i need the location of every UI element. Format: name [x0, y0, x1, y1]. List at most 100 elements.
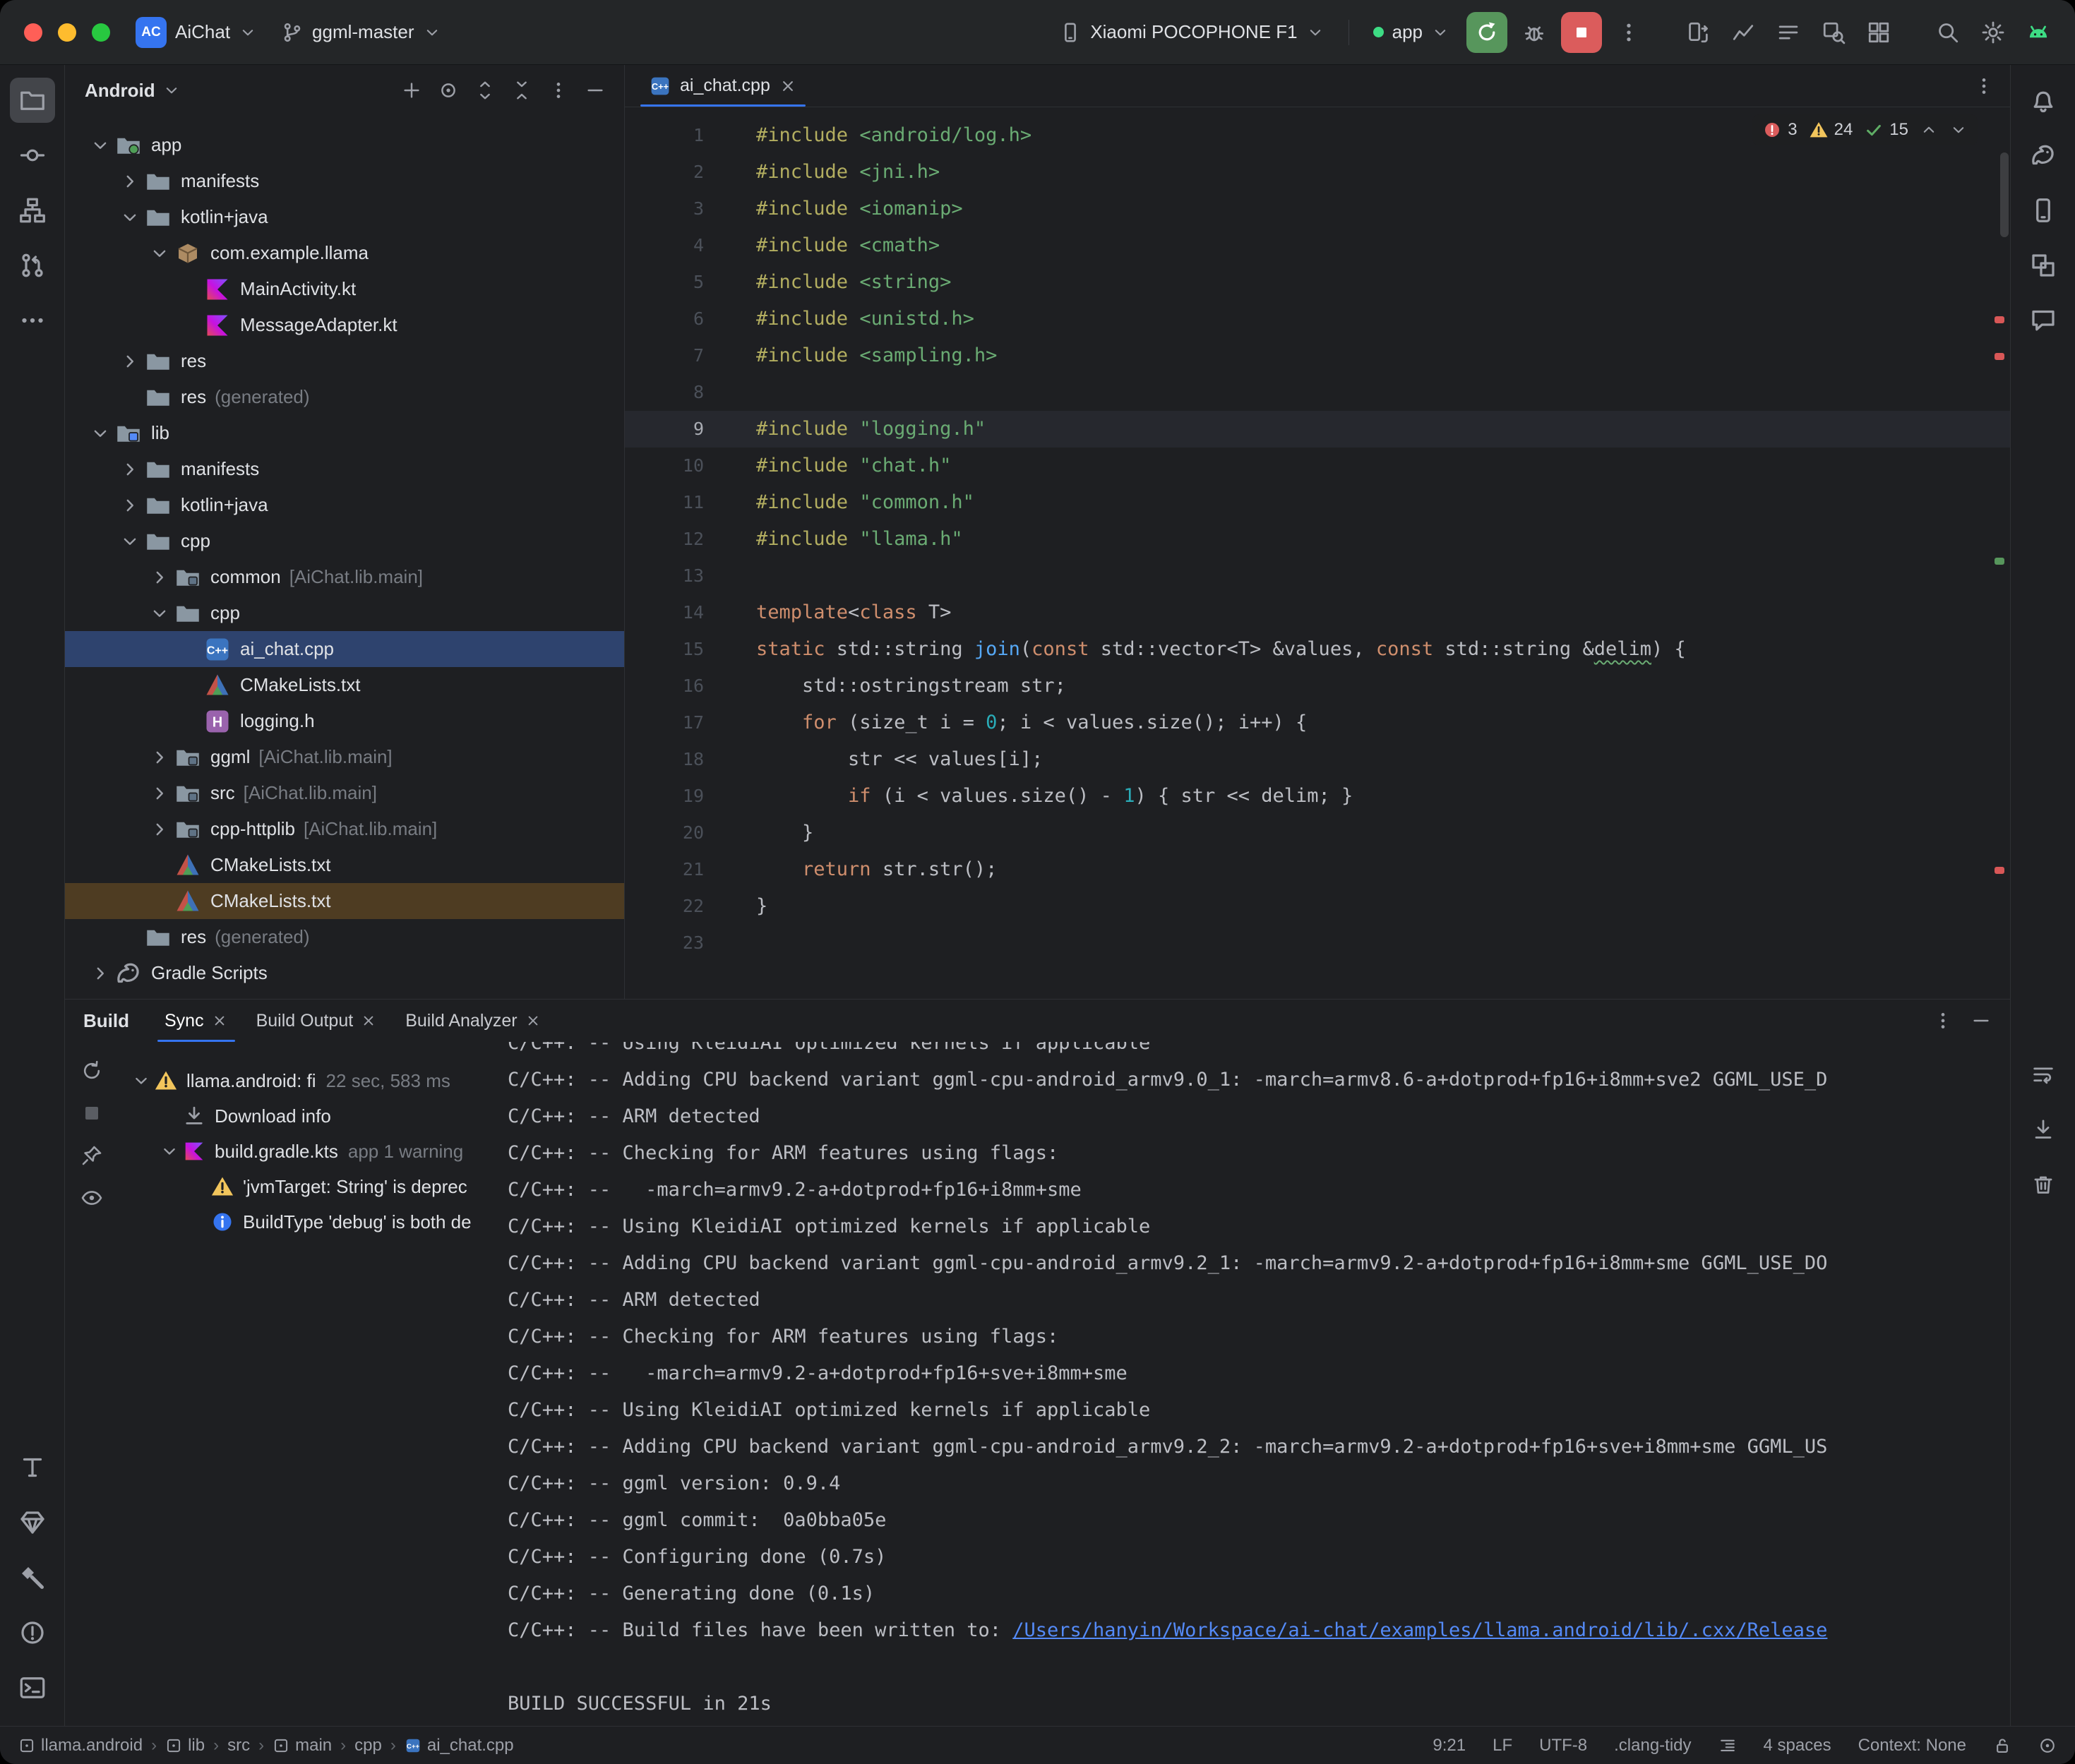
tree-item-cmakelists-txt[interactable]: CMakeLists.txt [65, 667, 624, 703]
expand-all-button[interactable] [469, 74, 501, 107]
build-tree-item-jvmtarget-string-is-deprec[interactable]: 'jvmTarget: String' is deprec [119, 1169, 503, 1204]
vcs-branch-selector[interactable]: ggml-master [271, 16, 450, 49]
build-variants-button[interactable] [2021, 243, 2066, 288]
code-line-10[interactable]: 10#include "chat.h" [625, 448, 2010, 484]
passed-count[interactable]: 15 [1864, 120, 1908, 140]
chevron-right-icon[interactable] [116, 350, 144, 373]
breadcrumb-src[interactable]: src [227, 1736, 250, 1756]
errors-count[interactable]: 3 [1762, 120, 1797, 140]
code-line-2[interactable]: 2#include <jni.h> [625, 154, 2010, 191]
build-tree-item-buildtype-debug-is-both-de[interactable]: BuildType 'debug' is both de [119, 1204, 503, 1240]
chevron-right-icon[interactable] [116, 494, 144, 517]
error-stripe-mark[interactable] [1995, 867, 2004, 874]
lock-icon-widget[interactable] [1993, 1736, 2011, 1755]
tree-item-res[interactable]: res(generated) [65, 919, 624, 955]
change-stripe-mark[interactable] [1995, 558, 2004, 565]
indent-icon-widget[interactable] [1718, 1736, 1737, 1755]
more-tool-windows-button[interactable] [10, 298, 55, 343]
tree-item-res[interactable]: res [65, 343, 624, 379]
project-folder-button[interactable] [10, 78, 55, 123]
tree-item-cpp[interactable]: cpp [65, 523, 624, 559]
tree-item-cmakelists-txt[interactable]: CMakeLists.txt [65, 883, 624, 919]
breadcrumb-main[interactable]: main [273, 1736, 332, 1756]
code-line-13[interactable]: 13 [625, 558, 2010, 594]
inspections-level-icon-widget[interactable] [2038, 1736, 2057, 1755]
chevron-right-icon[interactable] [86, 962, 114, 985]
build-hammer-button[interactable] [10, 1555, 55, 1600]
indent-size-widget[interactable]: 4 spaces [1764, 1736, 1831, 1756]
tree-item-cpp[interactable]: cpp [65, 595, 624, 631]
breadcrumb-cpp[interactable]: cpp [354, 1736, 382, 1756]
breadcrumb-llama-android[interactable]: llama.android [18, 1736, 143, 1756]
hide-button[interactable] [579, 74, 611, 107]
code-line-17[interactable]: 17 for (size_t i = 0; i < values.size();… [625, 704, 2010, 741]
resource-manager-button[interactable] [1859, 13, 1898, 52]
device-mirroring-button[interactable] [1678, 13, 1718, 52]
locate-button[interactable] [432, 74, 465, 107]
problems-button[interactable] [10, 1610, 55, 1655]
chevron-down-icon[interactable] [116, 206, 144, 229]
line-ending-widget[interactable]: LF [1493, 1736, 1512, 1756]
soft-wrap-button[interactable] [2021, 1052, 2066, 1097]
editor-tab-ai-chat-cpp[interactable]: C++ ai_chat.cpp [633, 65, 813, 107]
tree-item-logging-h[interactable]: Hlogging.h [65, 703, 624, 739]
breadcrumb-ai-chat-cpp[interactable]: C++ai_chat.cpp [405, 1736, 514, 1756]
tree-item-messageadapter-kt[interactable]: MessageAdapter.kt [65, 307, 624, 343]
chevron-right-icon[interactable] [116, 170, 144, 193]
close-tab-icon[interactable] [779, 77, 797, 95]
tree-item-ggml[interactable]: ggml[AiChat.lib.main] [65, 739, 624, 775]
tree-item-manifests[interactable]: manifests [65, 451, 624, 487]
warnings-count[interactable]: 24 [1809, 120, 1853, 140]
code-line-12[interactable]: 12#include "llama.h" [625, 521, 2010, 558]
code-line-20[interactable]: 20 } [625, 815, 2010, 851]
pull-requests-button[interactable] [10, 243, 55, 288]
tree-item-kotlin-java[interactable]: kotlin+java [65, 199, 624, 235]
editor-options-icon[interactable] [1973, 76, 1995, 97]
encoding-widget[interactable]: UTF-8 [1539, 1736, 1587, 1756]
project-view-selector[interactable]: Android [85, 80, 155, 102]
chevron-down-icon[interactable] [145, 242, 174, 265]
tree-item-manifests[interactable]: manifests [65, 163, 624, 199]
code-line-5[interactable]: 5#include <string> [625, 264, 2010, 301]
code-line-9[interactable]: 9#include "logging.h" [625, 411, 2010, 448]
settings-button[interactable] [1973, 13, 2013, 52]
tree-item-ai-chat-cpp[interactable]: C++ai_chat.cpp [65, 631, 624, 667]
build-options-icon[interactable] [1932, 1010, 1954, 1031]
code-line-8[interactable]: 8 [625, 374, 2010, 411]
chevron-down-icon[interactable] [86, 134, 114, 157]
more-run-actions-button[interactable] [1609, 13, 1649, 52]
tree-item-kotlin-java[interactable]: kotlin+java [65, 487, 624, 523]
tree-item-src[interactable]: src[AiChat.lib.main] [65, 775, 624, 811]
previous-problem-icon[interactable] [1920, 121, 1938, 139]
chevron-right-icon[interactable] [145, 746, 174, 769]
code-line-23[interactable]: 23 [625, 925, 2010, 961]
breadcrumb-lib[interactable]: lib [165, 1736, 205, 1756]
chevron-right-icon[interactable] [116, 458, 144, 481]
code-line-21[interactable]: 21 return str.str(); [625, 851, 2010, 888]
build-tree-item-build-gradle-kts[interactable]: build.gradle.ktsapp 1 warning [119, 1134, 503, 1169]
terminal-button[interactable] [10, 1665, 55, 1710]
device-selector[interactable]: Xiaomi POCOPHONE F1 [1049, 16, 1334, 49]
assistant-button[interactable] [2021, 298, 2066, 343]
tree-item-cmakelists-txt[interactable]: CMakeLists.txt [65, 847, 624, 883]
gradle-button[interactable] [2021, 133, 2066, 178]
tree-item-gradle-scripts[interactable]: Gradle Scripts [65, 955, 624, 991]
chevron-down-icon[interactable] [128, 1069, 154, 1092]
clear-console-button[interactable] [2021, 1162, 2066, 1207]
code-line-6[interactable]: 6#include <unistd.h> [625, 301, 2010, 337]
chevron-right-icon[interactable] [145, 782, 174, 805]
project-selector[interactable]: AC AiChat [126, 11, 267, 54]
sync-refresh-button[interactable] [76, 1056, 108, 1086]
clang-tidy-widget[interactable]: .clang-tidy [1614, 1736, 1691, 1756]
chevron-down-icon[interactable] [116, 530, 144, 553]
code-line-14[interactable]: 14template<class T> [625, 594, 2010, 631]
close-window-button[interactable] [24, 23, 42, 42]
code-line-19[interactable]: 19 if (i < values.size() - 1) { str << d… [625, 778, 2010, 815]
build-tree-item-download-info[interactable]: Download info [119, 1098, 503, 1134]
context-widget[interactable]: Context: None [1858, 1736, 1966, 1756]
error-stripe-mark[interactable] [1995, 316, 2004, 323]
minimize-window-button[interactable] [58, 23, 76, 42]
code-line-3[interactable]: 3#include <iomanip> [625, 191, 2010, 227]
add-button[interactable] [395, 74, 428, 107]
chevron-right-icon[interactable] [145, 818, 174, 841]
